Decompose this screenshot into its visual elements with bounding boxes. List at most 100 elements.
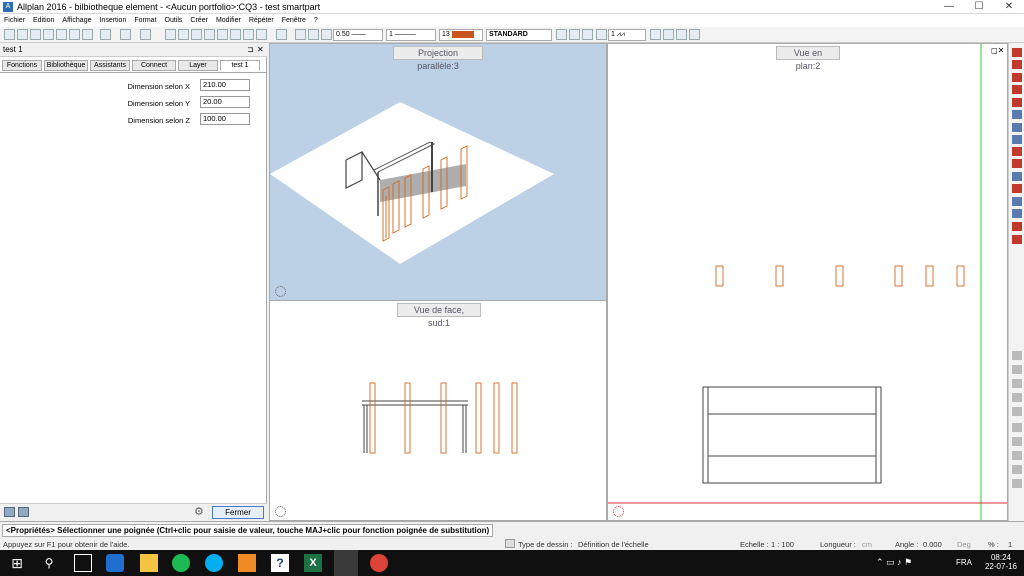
format-paint-icon[interactable] — [650, 29, 661, 40]
measure-icon[interactable] — [1012, 85, 1022, 94]
allplan-taskbar-icon[interactable] — [334, 550, 358, 576]
add-icon[interactable] — [69, 29, 80, 40]
app-orange-icon[interactable] — [238, 554, 256, 572]
pin-icon[interactable]: ⊐ — [247, 45, 254, 54]
layer-icon[interactable] — [556, 29, 567, 40]
line-type-select[interactable]: 1 ——— — [386, 29, 436, 41]
paste-icon[interactable] — [191, 29, 202, 40]
break-icon[interactable] — [1012, 222, 1022, 231]
windows-start-icon[interactable]: ⊞ — [8, 554, 26, 572]
settings-icon[interactable] — [689, 29, 700, 40]
close-palette-button[interactable]: Fermer — [212, 506, 264, 519]
menu-insertion[interactable]: Insertion — [95, 14, 130, 27]
tab-connect[interactable]: Connect — [132, 60, 176, 71]
check-icon[interactable] — [676, 29, 687, 40]
copy-icon[interactable] — [178, 29, 189, 40]
status-percent-value[interactable]: 1 — [1008, 540, 1012, 549]
menu-outils[interactable]: Outils — [161, 14, 187, 27]
tab-bibliotheque[interactable]: Bibliothèque — [44, 60, 88, 71]
zoom-icon[interactable] — [276, 29, 287, 40]
offset-icon[interactable] — [1012, 197, 1022, 206]
fillet-icon[interactable] — [1012, 184, 1022, 193]
status-scale-value[interactable]: 1 : 100 — [771, 540, 794, 549]
tab-fonctions[interactable]: Fonctions — [2, 60, 42, 71]
delete-tool-icon[interactable] — [1012, 235, 1022, 244]
open-file-icon[interactable] — [17, 29, 28, 40]
tab-assistants[interactable]: Assistants — [90, 60, 130, 71]
scale-select[interactable]: 1 ⩘⩘ — [608, 29, 646, 41]
close-panel-icon[interactable]: ✕ — [257, 45, 264, 54]
pencil-icon[interactable] — [1012, 48, 1022, 57]
copy-tool-icon[interactable] — [1012, 123, 1022, 132]
delete-icon[interactable] — [204, 29, 215, 40]
menu-help[interactable]: ? — [310, 14, 322, 27]
file-explorer-icon[interactable] — [140, 554, 158, 572]
save-icon[interactable] — [56, 29, 67, 40]
help-icon[interactable] — [243, 29, 254, 40]
menu-edition[interactable]: Edition — [29, 14, 58, 27]
format-icon[interactable] — [582, 29, 593, 40]
scale-icon[interactable] — [596, 29, 607, 40]
plot-icon[interactable] — [43, 29, 54, 40]
menu-creer[interactable]: Créer — [186, 14, 212, 27]
tab-test-1[interactable]: test 1 — [220, 60, 260, 71]
menu-format[interactable]: Format — [130, 14, 160, 27]
mirror-icon[interactable] — [1012, 110, 1022, 119]
extend-icon[interactable] — [1012, 159, 1022, 168]
bulb-icon[interactable] — [569, 29, 580, 40]
clock[interactable]: 08:24 22-07-16 — [983, 553, 1019, 571]
color-icon[interactable] — [321, 29, 332, 40]
status-drawing-type-value[interactable]: Définition de l'échelle — [578, 540, 649, 549]
close-window-button[interactable]: ✕ — [994, 0, 1024, 14]
status-length-unit[interactable]: cm — [862, 540, 872, 549]
pen-thickness-select[interactable]: 0.50 —— — [333, 29, 383, 41]
export-icon[interactable] — [18, 507, 29, 517]
spotify-icon[interactable] — [172, 554, 190, 572]
status-angle-unit[interactable]: Deg — [957, 540, 971, 549]
tools-icon[interactable] — [1012, 98, 1022, 107]
prop-input-z[interactable]: 100.00 — [200, 113, 250, 125]
language-indicator[interactable]: FRA — [956, 558, 972, 567]
help-app-icon[interactable]: ? — [271, 554, 289, 572]
undo-icon[interactable] — [120, 29, 131, 40]
minimize-button[interactable]: — — [934, 0, 964, 14]
menu-affichage[interactable]: Affichage — [58, 14, 95, 27]
skype-icon[interactable] — [205, 554, 223, 572]
layers-icon[interactable] — [230, 29, 241, 40]
settings-gear-icon[interactable]: ⚙ — [194, 506, 204, 518]
viewport-front[interactable]: Vue de face, sud:1 — [269, 300, 607, 521]
brush-icon[interactable] — [1012, 60, 1022, 69]
dimension-icon[interactable] — [1012, 73, 1022, 82]
viewport-plan[interactable]: Vue en plan:2 ◻✕ — [607, 43, 1008, 521]
menu-fichier[interactable]: Fichier — [0, 14, 29, 27]
maximize-button[interactable]: ☐ — [964, 0, 994, 14]
navigation-icon[interactable] — [275, 286, 286, 297]
trim-icon[interactable] — [1012, 147, 1022, 156]
excel-icon[interactable]: X — [304, 554, 322, 572]
layer-select[interactable]: STANDARD — [486, 29, 552, 41]
pen-icon[interactable] — [295, 29, 306, 40]
modify-icon[interactable] — [1012, 209, 1022, 218]
menu-fenetre[interactable]: Fenêtre — [278, 14, 310, 27]
properties-icon[interactable] — [217, 29, 228, 40]
grid-icon[interactable] — [256, 29, 267, 40]
redo-icon[interactable] — [140, 29, 151, 40]
prop-input-x[interactable]: 210.00 — [200, 79, 250, 91]
new-file-icon[interactable] — [4, 29, 15, 40]
tab-layer[interactable]: Layer — [178, 60, 218, 71]
prop-input-y[interactable]: 20.00 — [200, 96, 250, 108]
edit-icon[interactable] — [663, 29, 674, 40]
search-icon[interactable]: ⚲ — [40, 554, 58, 572]
viewport-iso[interactable]: Projection parallèle:3 — [269, 43, 607, 301]
menu-modifier[interactable]: Modifier — [212, 14, 245, 27]
line-style-icon[interactable] — [308, 29, 319, 40]
menu-repeter[interactable]: Répéter — [245, 14, 278, 27]
navigation-icon[interactable] — [275, 506, 286, 517]
status-angle-value[interactable]: 0.000 — [923, 540, 942, 549]
project-icon[interactable] — [30, 29, 41, 40]
navigation-icon[interactable] — [613, 506, 624, 517]
cut-icon[interactable] — [165, 29, 176, 40]
tray-icons[interactable]: ⌃ ▭ ♪ ⚑ — [876, 557, 912, 568]
color-select[interactable]: 13 — [439, 29, 483, 41]
hatch-icon[interactable] — [1012, 172, 1022, 181]
